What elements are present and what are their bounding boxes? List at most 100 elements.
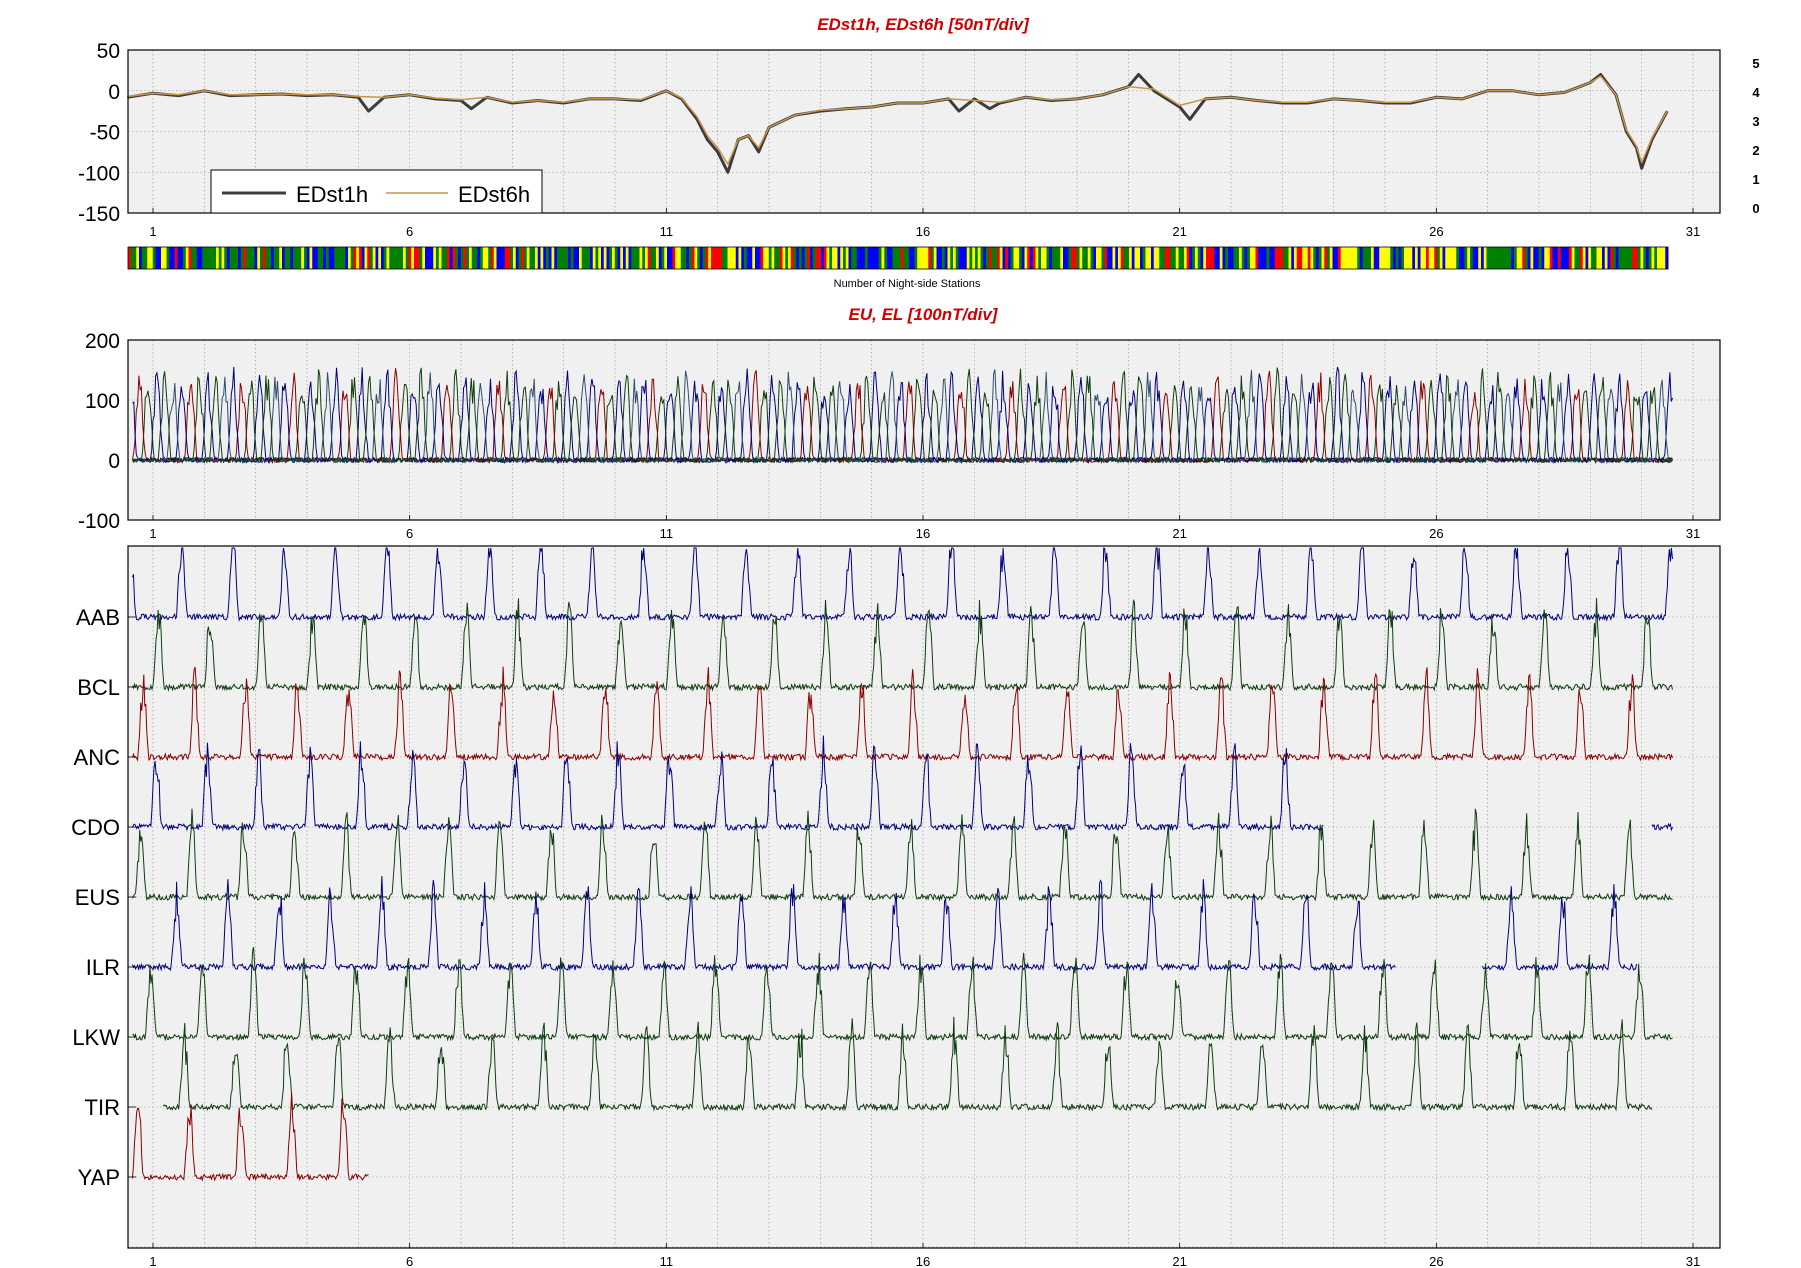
x-tick-label: 26 (1429, 1254, 1443, 1268)
strip-cell (273, 247, 277, 269)
strip-cell (873, 247, 877, 269)
strip-cell (1657, 247, 1661, 269)
eu-el-plot-area (128, 340, 1720, 520)
strip-cell (394, 247, 398, 269)
strip-cell (452, 247, 456, 269)
strip-cell (722, 247, 726, 269)
strip-cell (664, 247, 668, 269)
strip-cell (1087, 247, 1091, 269)
strip-cell (755, 247, 759, 269)
strip-cell (581, 247, 585, 269)
strip-cell (1250, 247, 1254, 269)
strip-cell (1192, 247, 1196, 269)
strip-cell (1431, 247, 1435, 269)
strip-cell (1643, 247, 1647, 269)
strip-cell (1415, 247, 1419, 269)
strip-cell (631, 247, 635, 269)
strip-cell (1613, 247, 1617, 269)
strip-cell (199, 247, 203, 269)
strip-cell (540, 247, 544, 269)
strip-cell (744, 247, 748, 269)
strip-cell (260, 247, 264, 269)
strip-cell (1505, 247, 1509, 269)
strip-cell (1530, 247, 1534, 269)
strip-cell (1626, 247, 1630, 269)
strip-cell (950, 247, 954, 269)
strip-cell (480, 247, 484, 269)
strip-cell (449, 247, 453, 269)
strip-cell (339, 247, 343, 269)
y-tick-label: 50 (97, 40, 120, 63)
strip-cell (537, 247, 541, 269)
level-1: 1 (1752, 172, 1759, 187)
strip-cell (425, 247, 429, 269)
strip-cell (216, 247, 220, 269)
strip-cell (276, 247, 280, 269)
strip-cell (565, 247, 569, 269)
strip-cell (254, 247, 258, 269)
strip-cell (375, 247, 379, 269)
station-label-ilr: ILR (86, 955, 120, 980)
strip-cell (389, 247, 393, 269)
strip-cell (1538, 247, 1542, 269)
legend-edst1h-label: EDst1h (296, 182, 368, 207)
strip-cell (807, 247, 811, 269)
strip-cell (741, 247, 745, 269)
strip-cell (1057, 247, 1061, 269)
strip-cell (609, 247, 613, 269)
strip-cell (323, 247, 327, 269)
strip-cell (1217, 247, 1221, 269)
strip-cell (1401, 247, 1405, 269)
strip-cell (1027, 247, 1031, 269)
strip-cell (705, 247, 709, 269)
strip-cell (1063, 247, 1067, 269)
x-tick-label: 26 (1429, 224, 1443, 239)
strip-cell (1200, 247, 1204, 269)
strip-cell (403, 247, 407, 269)
x-tick-label: 16 (916, 526, 930, 541)
strip-cell (342, 247, 346, 269)
strip-cell (504, 247, 508, 269)
strip-cell (975, 247, 979, 269)
strip-cell (1508, 247, 1512, 269)
strip-cell (493, 247, 497, 269)
strip-cell (1654, 247, 1658, 269)
strip-cell (889, 247, 893, 269)
strip-cell (1582, 247, 1586, 269)
strip-cell (1566, 247, 1570, 269)
strip-cell (1324, 247, 1328, 269)
strip-cell (1159, 247, 1163, 269)
strip-xlabel: Number of Night-side Stations (834, 278, 981, 290)
strip-cell (279, 247, 283, 269)
strip-cell (1104, 247, 1108, 269)
legend-edst6h-label: EDst6h (458, 182, 530, 207)
strip-cell (372, 247, 376, 269)
strip-cell (1030, 247, 1034, 269)
strip-cell (1338, 247, 1342, 269)
strip-cell (243, 247, 247, 269)
strip-cell (1492, 247, 1496, 269)
strip-cell (1228, 247, 1232, 269)
strip-cell (361, 247, 365, 269)
strip-cell (1032, 247, 1036, 269)
strip-cell (1184, 247, 1188, 269)
strip-cell (1085, 247, 1089, 269)
strip-cell (1516, 247, 1520, 269)
strip-cell (1588, 247, 1592, 269)
x-tick-label: 6 (406, 1254, 413, 1268)
strip-cell (768, 247, 772, 269)
strip-cell (977, 247, 981, 269)
strip-cell (444, 247, 448, 269)
strip-cell (642, 247, 646, 269)
strip-cell (397, 247, 401, 269)
strip-cell (1420, 247, 1424, 269)
x-tick-label: 21 (1172, 1254, 1186, 1268)
strip-cell (691, 247, 695, 269)
strip-cell (1522, 247, 1526, 269)
strip-cell (689, 247, 693, 269)
strip-cell (1382, 247, 1386, 269)
y-tick-label: 200 (85, 330, 120, 353)
strip-cell (1659, 247, 1663, 269)
strip-cell (939, 247, 943, 269)
strip-cell (1071, 247, 1075, 269)
